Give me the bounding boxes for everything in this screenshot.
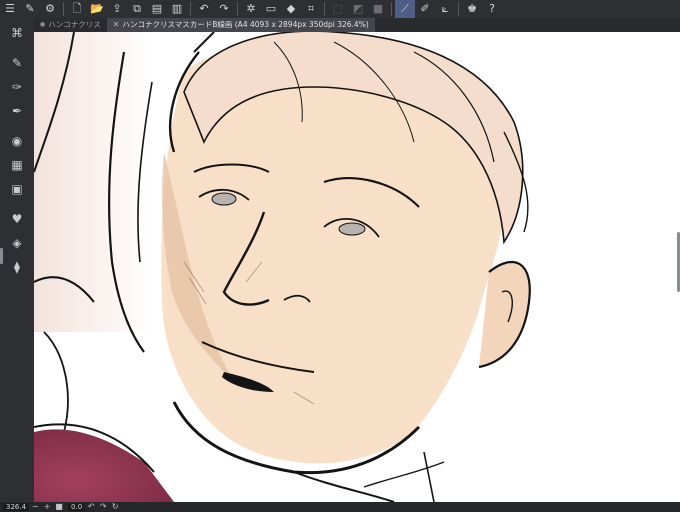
transform-icon[interactable]: ⌗ xyxy=(301,0,321,18)
rotation-angle-field[interactable]: 0.0 xyxy=(68,503,86,511)
rotate-right-button[interactable]: ↷ xyxy=(97,502,109,512)
pen-settings-icon[interactable]: ✎ xyxy=(20,0,40,18)
sub-tool-icon[interactable]: ✑ xyxy=(8,78,26,96)
material-icon[interactable]: ⧫ xyxy=(8,258,26,276)
zoom-in-button[interactable]: + xyxy=(41,502,53,512)
redo-icon[interactable]: ↷ xyxy=(214,0,234,18)
tab-label: ハンコナクリス xyxy=(48,20,101,29)
zoom-field[interactable]: 326.4 xyxy=(3,503,30,511)
drawing-canvas[interactable] xyxy=(34,32,680,502)
spinner-icon[interactable]: ✲ xyxy=(241,0,261,18)
toolbar-separator xyxy=(63,2,64,16)
reset-rotation-button[interactable]: ↻ xyxy=(109,502,121,512)
new-file-icon[interactable]: 🗋 xyxy=(67,0,87,18)
layer-icon[interactable]: ◈ xyxy=(8,234,26,252)
fill-icon[interactable]: ◆ xyxy=(281,0,301,18)
fit-view-button[interactable]: ■ xyxy=(53,502,65,512)
tab-document-1[interactable]: ● ハンコナクリス xyxy=(34,18,107,32)
menu-icon[interactable]: ☰ xyxy=(0,0,20,18)
color-wheel-icon[interactable]: ◉ xyxy=(8,132,26,150)
line-snap-icon[interactable]: ⟀ xyxy=(435,0,455,18)
left-palette-bar: ⌘ ✎ ✑ ✒ ◉ ▦ ▣ ♥ ◈ ⧫ xyxy=(0,18,34,502)
fill-selection-icon[interactable]: ■ xyxy=(368,0,388,18)
tab-label: ハンコナクリスマスカードB線画 (A4 4093 x 2894px 350dpi… xyxy=(122,20,369,29)
palette-handle[interactable] xyxy=(0,248,3,264)
status-bar: 326.4 − + ■ 0.0 ↶ ↷ ↻ xyxy=(0,502,680,512)
brush-snap-icon[interactable]: ✐ xyxy=(415,0,435,18)
toolbar-separator xyxy=(324,2,325,16)
open-file-icon[interactable]: 📂 xyxy=(87,0,107,18)
ruler-snap-icon[interactable]: ⟋ xyxy=(395,0,415,18)
toolbar-separator xyxy=(237,2,238,16)
tab-status-dot-icon: ● xyxy=(40,21,46,28)
toolbar-separator xyxy=(391,2,392,16)
document-tab-bar: ● ハンコナクリス ✕ ハンコナクリスマスカードB線画 (A4 4093 x 2… xyxy=(34,18,680,32)
toolbar-separator xyxy=(458,2,459,16)
layer-property-icon[interactable]: ♥ xyxy=(8,210,26,228)
layer-merge-icon[interactable]: ▥ xyxy=(167,0,187,18)
close-icon[interactable]: ✕ xyxy=(113,18,120,32)
illustration-artwork xyxy=(34,32,531,502)
toolbar-separator xyxy=(190,2,191,16)
save-cloud-icon[interactable]: ⇪ xyxy=(107,0,127,18)
help-icon[interactable]: ? xyxy=(482,0,502,18)
quick-access-icon[interactable]: ♚ xyxy=(462,0,482,18)
intermediate-color-icon[interactable]: ▣ xyxy=(8,180,26,198)
tab-document-2[interactable]: ✕ ハンコナクリスマスカードB線画 (A4 4093 x 2894px 350d… xyxy=(106,18,375,32)
command-bar-icon[interactable]: ⌘ xyxy=(8,24,26,42)
color-set-icon[interactable]: ▦ xyxy=(8,156,26,174)
tool-icon[interactable]: ✎ xyxy=(8,54,26,72)
layer-stack-icon[interactable]: ▤ xyxy=(147,0,167,18)
zoom-out-button[interactable]: − xyxy=(29,502,41,512)
clear-icon[interactable]: ▭ xyxy=(261,0,281,18)
rotate-left-button[interactable]: ↶ xyxy=(85,502,97,512)
layer-copy-icon[interactable]: ⧉ xyxy=(127,0,147,18)
mask-icon[interactable]: ◩ xyxy=(348,0,368,18)
tool-property-icon[interactable]: ✒ xyxy=(8,102,26,120)
app-settings-icon[interactable]: ⚙ xyxy=(40,0,60,18)
undo-icon[interactable]: ↶ xyxy=(194,0,214,18)
selection-icon[interactable]: ⬚ xyxy=(328,0,348,18)
top-toolbar: ☰ ✎ ⚙ 🗋 📂 ⇪ ⧉ ▤ ▥ ↶ ↷ ✲ ▭ ◆ ⌗ ⬚ ◩ ■ ⟋ ✐ ⟀ ♚? xyxy=(0,0,680,18)
